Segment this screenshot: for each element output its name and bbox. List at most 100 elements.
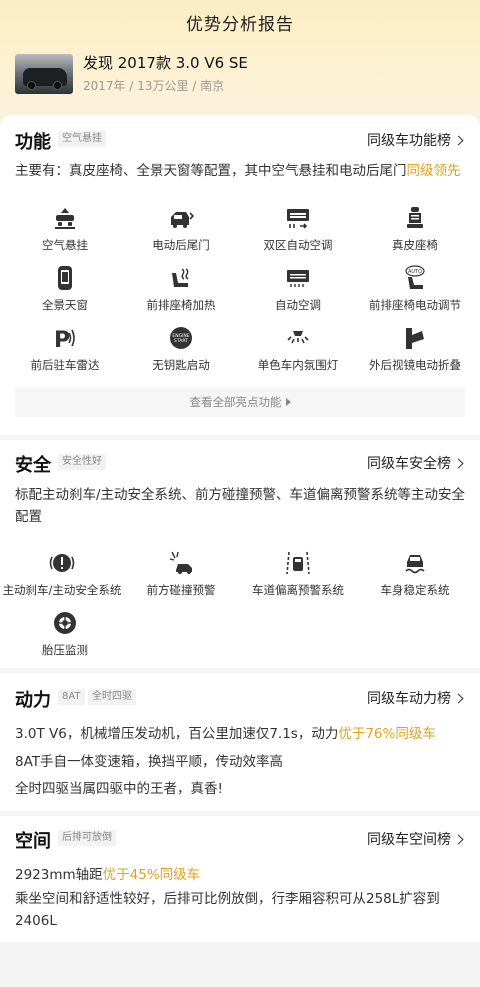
ambient-light-icon xyxy=(287,331,309,344)
chevron-right-icon xyxy=(453,834,464,845)
feature-label: 前后驻车雷达 xyxy=(30,358,100,372)
power-tailgate-icon xyxy=(171,212,194,228)
power-line-engine: 3.0T V6，机械增压发动机，百公里加速仅7.1s，动力优于76%同级车 xyxy=(15,722,436,742)
space-line-wheelbase: 2923mm轴距优于45%同级车 xyxy=(15,863,200,883)
mirror-fold-icon xyxy=(406,328,424,349)
safety-desc: 标配主动刹车/主动安全系统、前方碰撞预警、车道偏离预警系统等主动安全配置 xyxy=(15,487,466,525)
power-title: 动力 xyxy=(15,690,51,711)
safety-title: 安全 xyxy=(15,455,51,476)
space-rank-label: 同级车空间榜 xyxy=(367,832,451,848)
feature-label: 胎压监测 xyxy=(42,643,88,657)
chevron-right-icon xyxy=(453,693,464,704)
feature-label: 主动刹车/主动安全系统 xyxy=(2,583,122,597)
parking-radar-icon: P xyxy=(54,328,75,351)
feature-item[interactable]: 空气悬挂 xyxy=(5,205,125,253)
feature-item[interactable]: 车身稳定系统 xyxy=(355,550,475,598)
feature-item[interactable]: 胎压监测 xyxy=(5,610,125,658)
keyless-start-icon: ENGINE START xyxy=(170,327,192,349)
feature-label: 车身稳定系统 xyxy=(380,583,450,597)
power-rank-label: 同级车动力榜 xyxy=(367,691,451,707)
feature-label: 单色车内氛围灯 xyxy=(257,358,339,372)
view-all-label: 查看全部亮点功能 xyxy=(189,395,282,409)
feature-label: 全景天窗 xyxy=(42,298,88,312)
feature-item[interactable]: AUTO 前排座椅电动调节 xyxy=(355,265,475,313)
view-all-features-button[interactable]: 查看全部亮点功能 xyxy=(15,387,465,417)
feature-item[interactable]: 前排座椅加热 xyxy=(121,265,241,313)
function-title: 功能 xyxy=(15,132,51,153)
power-tag-transmission: 8AT xyxy=(58,689,85,705)
svg-text:AUTO: AUTO xyxy=(408,269,422,275)
dual-zone-ac-icon xyxy=(287,209,309,229)
leather-seat-icon xyxy=(407,207,423,228)
feature-label: 前方碰撞预警 xyxy=(146,583,216,597)
triangle-right-icon xyxy=(285,398,291,406)
car-name: 发现 2017款 3.0 V6 SE xyxy=(83,54,248,72)
feature-label: 外后视镜电动折叠 xyxy=(369,358,461,372)
feature-label: 双区自动空调 xyxy=(263,238,333,252)
power-engine-highlight: 优于76%同级车 xyxy=(338,726,436,742)
power-rank-link[interactable]: 同级车动力榜 xyxy=(367,688,464,708)
power-section: 动力 8AT 全时四驱 同级车动力榜 3.0T V6，机械增压发动机，百公里加速… xyxy=(0,673,480,811)
svg-text:P: P xyxy=(54,328,70,351)
feature-label: 车道偏离预警系统 xyxy=(252,583,344,597)
function-rank-link[interactable]: 同级车功能榜 xyxy=(367,130,464,150)
page-title: 优势分析报告 xyxy=(186,15,294,35)
function-section: 功能 空气悬挂 同级车功能榜 主要有：真皮座椅、全景天窗等配置，其中空气悬挂和电… xyxy=(0,115,480,435)
feature-label: 真皮座椅 xyxy=(392,238,438,252)
safety-tag: 安全性好 xyxy=(58,454,106,470)
function-tag: 空气悬挂 xyxy=(58,131,106,147)
feature-item[interactable]: 双区自动空调 xyxy=(238,205,358,253)
feature-label: 前排座椅电动调节 xyxy=(369,298,461,312)
active-brake-icon xyxy=(49,554,75,572)
stability-control-icon xyxy=(405,555,425,574)
space-section: 空间 后排可放倒 同级车空间榜 2923mm轴距优于45%同级车 乘坐空间和舒适… xyxy=(0,816,480,942)
seat-heating-icon xyxy=(172,268,189,287)
panoramic-sunroof-icon xyxy=(58,266,72,290)
chevron-right-icon xyxy=(453,458,464,469)
feature-item[interactable]: ENGINE START 无钥匙启动 xyxy=(121,325,241,373)
power-engine-text: 3.0T V6，机械增压发动机，百公里加速仅7.1s，动力 xyxy=(15,726,339,742)
space-wheelbase-highlight: 优于45%同级车 xyxy=(102,867,201,883)
function-desc-highlight: 同级领先 xyxy=(406,163,461,179)
space-title: 空间 xyxy=(15,831,51,852)
chevron-right-icon xyxy=(453,135,464,146)
car-meta: 2017年 / 13万公里 / 南京 xyxy=(83,79,225,93)
function-rank-label: 同级车功能榜 xyxy=(367,133,451,149)
function-desc-text: 主要有：真皮座椅、全景天窗等配置，其中空气悬挂和电动后尾门 xyxy=(15,163,407,179)
space-wheelbase-text: 2923mm轴距 xyxy=(15,867,103,883)
function-desc: 主要有：真皮座椅、全景天窗等配置，其中空气悬挂和电动后尾门同级领先 xyxy=(15,160,470,182)
space-tag: 后排可放倒 xyxy=(58,830,116,846)
feature-item[interactable]: 单色车内氛围灯 xyxy=(238,325,358,373)
feature-label: 电动后尾门 xyxy=(152,238,210,252)
car-thumbnail[interactable] xyxy=(15,54,73,94)
space-line-comfort: 乘坐空间和舒适性较好，后排可比例放倒，行李厢容积可从258L扩容到2406L xyxy=(15,891,440,929)
car-summary: 发现 2017款 3.0 V6 SE 2017年 / 13万公里 / 南京 xyxy=(15,52,465,96)
feature-label: 自动空调 xyxy=(275,298,321,312)
safety-section: 安全 安全性好 同级车安全榜 标配主动刹车/主动安全系统、前方碰撞预警、车道偏离… xyxy=(0,440,480,668)
feature-item[interactable]: 前方碰撞预警 xyxy=(121,550,241,598)
power-line-transmission: 8AT手自一体变速箱，换挡平顺，传动效率高 xyxy=(15,754,284,770)
feature-item[interactable]: 车道偏离预警系统 xyxy=(238,550,358,598)
auto-ac-icon xyxy=(287,270,309,287)
air-suspension-icon xyxy=(55,208,75,229)
feature-item[interactable]: 外后视镜电动折叠 xyxy=(355,325,475,373)
feature-item[interactable]: 自动空调 xyxy=(238,265,358,313)
feature-item[interactable]: 真皮座椅 xyxy=(355,205,475,253)
feature-label: 前排座椅加热 xyxy=(146,298,216,312)
power-tag-drive: 全时四驱 xyxy=(88,689,136,705)
feature-item[interactable]: 全景天窗 xyxy=(5,265,125,313)
feature-item[interactable]: P 前后驻车雷达 xyxy=(5,325,125,373)
feature-label: 空气悬挂 xyxy=(42,238,88,252)
feature-label: 无钥匙启动 xyxy=(152,358,210,372)
feature-item[interactable]: 主动刹车/主动安全系统 xyxy=(2,550,122,598)
space-rank-link[interactable]: 同级车空间榜 xyxy=(367,829,464,849)
feature-item[interactable]: 电动后尾门 xyxy=(121,205,241,253)
power-seat-icon: AUTO xyxy=(405,265,425,289)
lane-departure-icon xyxy=(286,551,310,575)
power-line-drive: 全时四驱当属四驱中的王者，真香! xyxy=(15,781,223,797)
collision-warning-icon xyxy=(169,551,192,574)
svg-text:START: START xyxy=(174,338,188,344)
tire-pressure-icon xyxy=(54,612,76,634)
safety-rank-link[interactable]: 同级车安全榜 xyxy=(367,453,464,473)
safety-rank-label: 同级车安全榜 xyxy=(367,456,451,472)
